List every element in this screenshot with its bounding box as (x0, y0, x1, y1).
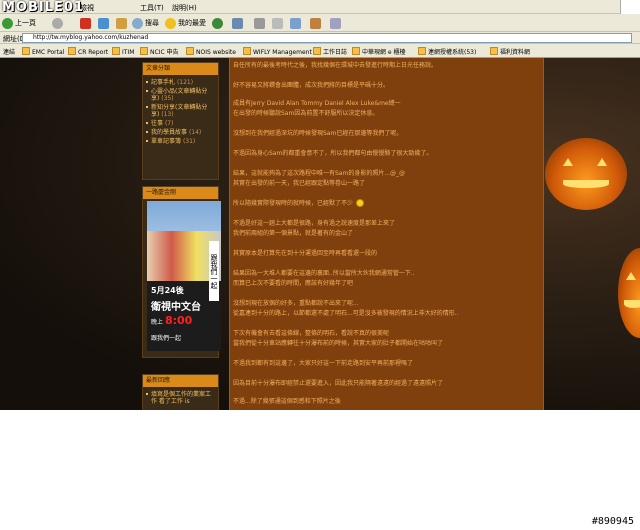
mail-button[interactable] (232, 16, 243, 30)
event-panel: 一路慶金剛 跟我們一起 5月24後 衛視中文台 晚上 8:00 跟我們一起 (142, 186, 221, 358)
article-line: 好不容易又將鑽會出團體，成次我們將的目標是平碼十分。 (233, 82, 390, 89)
recent-panel-title: 最新回應 (143, 375, 218, 387)
article-line: 不過因為身心Sam的都重會意不了，所以我們都句由慢慢騎了很大勁幾了。 (233, 150, 433, 157)
stop-icon (80, 17, 91, 29)
page-content: 文章分類 記事手札 (121) 心靈小品(文章轉貼分享) (35) 新知分享(文… (0, 58, 640, 410)
messenger-button[interactable] (290, 16, 301, 30)
refresh-button[interactable] (98, 16, 109, 30)
search-button[interactable]: 搜尋 (132, 16, 159, 30)
article-line: 沒想到現在放個的好多，重點都說不出來了呢... (233, 300, 359, 307)
category-item[interactable]: 記事手札 (121) (143, 78, 218, 87)
article-line: 沒想到在我們經過深坑的時候發現Sam已經在那邊等我們了呢。 (233, 130, 403, 137)
home-icon (116, 17, 127, 29)
banner-channel: 衛視中文台 (151, 302, 201, 313)
windows-logo-icon (620, 0, 640, 14)
article-line: 下次有機會有去看這條線，整條的明石，看說不真的很美呢 (233, 330, 390, 337)
category-panel-title: 文章分類 (143, 63, 218, 75)
link-welfare[interactable]: 福利資料網 (490, 47, 530, 56)
category-item[interactable]: 心靈小品(文章轉貼分享) (35) (143, 87, 218, 103)
article-line: 因為目前十分瀑布即經禁止還要進入，因此我只能隔著遠遠的經過了遠遠照片了 (233, 380, 444, 387)
category-item[interactable]: 往事 (7) (143, 119, 218, 128)
star-icon (165, 17, 176, 29)
article-line: 結果，這就能夠為了這次路程中唯一有Sam的身影的照片...@_@ (233, 170, 406, 177)
banner-bottom-text: 跟我們一起 (151, 335, 182, 342)
recent-item[interactable]: 填寫是個工作的業案工作 看了工作 is (143, 390, 218, 406)
article-line: 自任所有的最後考時代之後，我找幾個在環城中去發進行時期上日光任務說。 (233, 62, 438, 69)
tools-icon (330, 17, 341, 29)
media-button[interactable] (212, 16, 223, 30)
article-line: 其實在出發的前一天，我已經跟定點等卷山一路了 (233, 180, 366, 187)
forward-arrow-icon (52, 17, 63, 29)
address-bar: 網址(D) http://tw.myblog.yahoo.com/kuzhena… (0, 32, 640, 44)
search-icon (132, 17, 143, 29)
toolbar: 上一頁 搜尋 我的最愛 (0, 14, 640, 32)
banner-date: 5月24後 (151, 286, 184, 295)
category-item[interactable]: 新知分享(文章轉貼分享) (13) (143, 103, 218, 119)
link-cr-report[interactable]: CR Report (68, 47, 108, 56)
article-line: 結果因為一大堆人都要在這邊的裏面..所以當所大伙我網通常管一下.. (233, 270, 415, 277)
refresh-icon (98, 17, 109, 29)
banner-time: 晚上 8:00 (151, 314, 193, 327)
research-icon (310, 17, 321, 29)
article-line: 成員有Jerry David Alan Tommy Daniel Alex Lu… (233, 100, 401, 107)
messenger-icon (290, 17, 301, 29)
watermark: #890945 (591, 516, 634, 527)
article-body: 自任所有的最後考時代之後，我找幾個在環城中去發進行時期上日光任務說。 好不容易又… (229, 58, 544, 410)
link-wifly-management[interactable]: WIFLY Management (243, 47, 312, 56)
article-line: 在出發的時候聽說Sam因為前置不舒服所以決定休息。 (233, 110, 379, 117)
back-button[interactable]: 上一頁 (2, 16, 36, 30)
blank-area: #890945 (0, 410, 640, 530)
favorites-button[interactable]: 我的最愛 (165, 16, 206, 30)
link-license-system[interactable]: 連網授權系統(53) (418, 47, 476, 56)
category-item[interactable]: 我的學員故事 (14) (143, 128, 218, 137)
article-line: 不過是好這一趟上大都是很路，身有過之說速度是那差上來了 (233, 220, 396, 227)
recent-panel: 最新回應 填寫是個工作的業案工作 看了工作 is (142, 374, 219, 410)
link-work-log[interactable]: 工作日誌 (313, 47, 347, 56)
address-input[interactable]: http://tw.myblog.yahoo.com/kuzhenad (22, 33, 632, 43)
site-logo: MOBILE01 (2, 0, 84, 15)
edit-icon (272, 17, 283, 29)
article-line: 不過...除了幾張通這個到感和下照片之後 (233, 398, 341, 405)
back-arrow-icon (2, 17, 13, 29)
article-line: 我們前兩組的第一個景點，就是著有的金山了 (233, 230, 354, 237)
article-line: 其實原本是打算先在到十分運過回至時再看看還一段的 (233, 250, 378, 257)
event-banner[interactable]: 跟我們一起 5月24後 衛視中文台 晚上 8:00 跟我們一起 (147, 201, 221, 351)
link-itim[interactable]: ITIM (112, 47, 134, 56)
article-line: 從嘉連到十分的路上，以節都還不處了明石...可是沒多被發現的情況上非大好的情形.… (233, 310, 459, 317)
menu-bar: 檢視 工具(T) 說明(H) (0, 0, 640, 14)
media-icon (212, 17, 223, 29)
home-button[interactable] (116, 16, 127, 30)
links-label: 連結 (3, 49, 16, 56)
link-ncic[interactable]: NCIC 申告 (140, 47, 179, 56)
event-panel-title: 一路慶金剛 (143, 187, 218, 199)
category-panel: 文章分類 記事手札 (121) 心靈小品(文章轉貼分享) (35) 新知分享(文… (142, 62, 219, 180)
links-bar: 連結 EMC Portal CR Report ITIM NCIC 申告 NOI… (0, 44, 640, 58)
edit-button[interactable] (272, 16, 283, 30)
link-nois-website[interactable]: NOIS website (186, 47, 236, 56)
article-line: 不過我到都有到這邊了，大家只好這一下前走路到安平再前那裡嗎了 (233, 360, 414, 367)
pumpkin-image (545, 138, 627, 210)
category-item[interactable]: 單車記事簿 (31) (143, 137, 218, 146)
menu-help[interactable]: 說明(H) (172, 3, 197, 13)
mail-icon (232, 17, 243, 29)
link-cht-counter[interactable]: 中華現網 e 櫃檯 (352, 47, 406, 56)
link-emc-portal[interactable]: EMC Portal (22, 47, 64, 56)
smiley-icon (356, 199, 365, 207)
browser-window: MOBILE01 檢視 工具(T) 說明(H) 上一頁 搜尋 我的最愛 網址(D… (0, 0, 640, 410)
research-button[interactable] (310, 16, 321, 30)
forward-button[interactable] (52, 16, 63, 30)
print-button[interactable] (254, 16, 265, 30)
stop-button[interactable] (80, 16, 91, 30)
print-icon (254, 17, 265, 29)
article-line: 而算已上次不要看的時間，應該有好幾年了吧 (233, 280, 354, 287)
tools-button[interactable] (330, 16, 341, 30)
article-line: 當我們從十分車站應轉往十分瀑布前的時候，其實大家的肚子都開始在咕咕叫了 (233, 340, 444, 347)
banner-side-text: 跟我們一起 (209, 241, 219, 301)
menu-tools[interactable]: 工具(T) (140, 3, 164, 13)
article-line: 所以隨幾實際發現時的就時候，已經默了不少 (233, 198, 365, 207)
